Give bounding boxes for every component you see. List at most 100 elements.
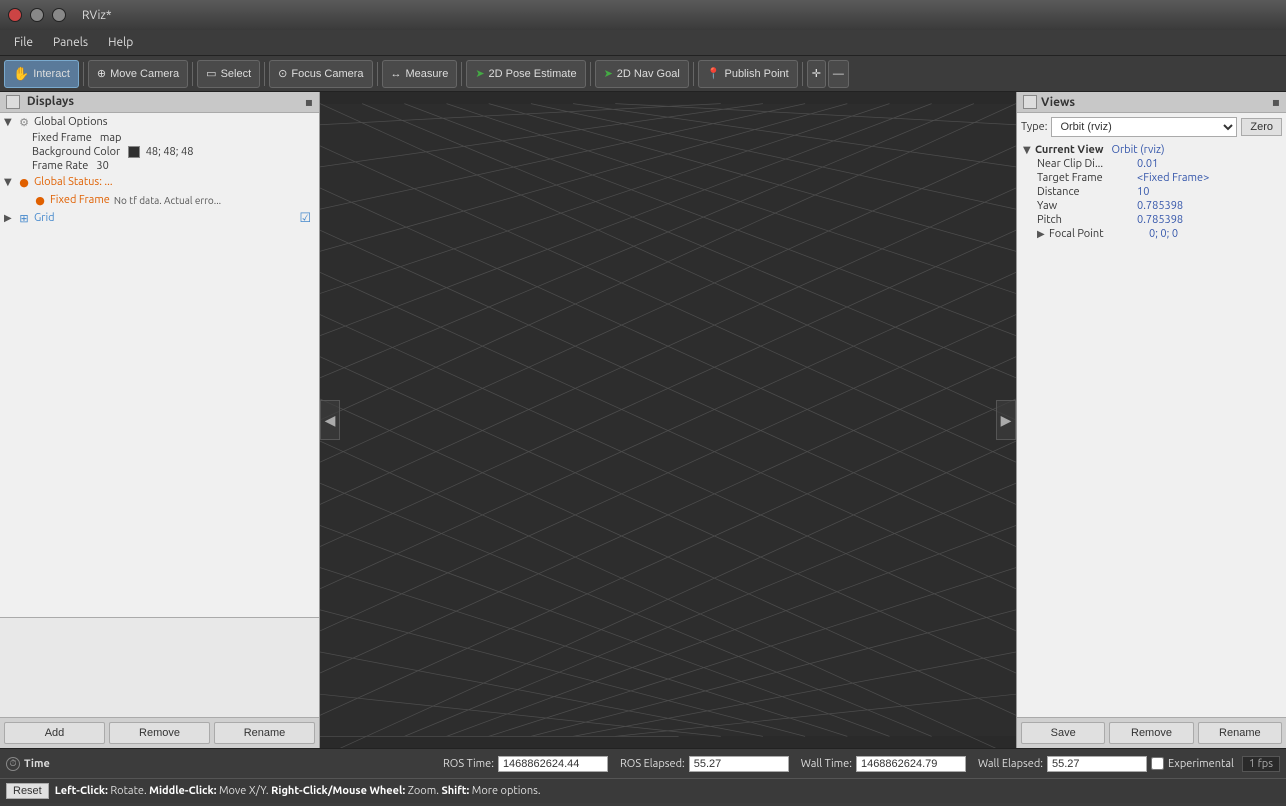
displays-icon [6, 95, 20, 109]
viewport-right-arrow[interactable]: ▶ [996, 400, 1016, 440]
target-frame-key: Target Frame [1037, 172, 1137, 184]
displays-collapse-button[interactable]: ▪ [305, 95, 313, 109]
global-options-expand[interactable]: ▼ [4, 116, 16, 128]
time-row: ⏱ Time ROS Time: ROS Elapsed: Wall Time:… [0, 749, 1286, 779]
ros-time-field[interactable] [498, 756, 608, 772]
grid-row[interactable]: ▶ ⊞ Grid ☑ [0, 209, 319, 227]
global-options-section: ▼ ⚙ Global Options Fixed Frame map Backg… [0, 113, 319, 173]
views-collapse-button[interactable]: ▪ [1272, 95, 1280, 109]
status-fixed-frame-label: Fixed Frame [50, 194, 110, 206]
focal-point-row[interactable]: ▶ Focal Point 0; 0; 0 [1021, 227, 1282, 241]
background-color-row[interactable]: Background Color 48; 48; 48 [0, 145, 319, 159]
menu-help[interactable]: Help [98, 34, 143, 51]
measure-button[interactable]: ↔ Measure [382, 60, 458, 88]
select-button[interactable]: ▭ Select [197, 60, 260, 88]
yaw-value: 0.785398 [1137, 200, 1183, 212]
views-save-button[interactable]: Save [1021, 722, 1105, 744]
viewport-left-arrow[interactable]: ◀ [320, 400, 340, 440]
statusbar: ⏱ Time ROS Time: ROS Elapsed: Wall Time:… [0, 748, 1286, 806]
views-type-row: Type: Orbit (rviz) Zero [1021, 117, 1282, 137]
views-rename-button[interactable]: Rename [1198, 722, 1282, 744]
displays-header: Displays ▪ [0, 92, 319, 113]
grid-expand[interactable]: ▶ [4, 212, 16, 224]
close-button[interactable] [8, 8, 22, 22]
left-bottom-area [0, 617, 319, 717]
pose-estimate-button[interactable]: ➤ 2D Pose Estimate [466, 60, 585, 88]
displays-buttons: Add Remove Rename [0, 717, 319, 748]
grid-checkbox[interactable]: ☑ [299, 211, 311, 226]
nav-goal-icon: ➤ [604, 67, 613, 80]
extra-tool-button2[interactable]: — [828, 60, 849, 88]
toolbar: ✋ Interact ⊕ Move Camera ▭ Select ⊙ Focu… [0, 56, 1286, 92]
wall-time-field[interactable] [856, 756, 966, 772]
views-header: Views ▪ [1017, 92, 1286, 113]
remove-display-button[interactable]: Remove [109, 722, 210, 744]
interact-button[interactable]: ✋ Interact [4, 60, 79, 88]
views-remove-button[interactable]: Remove [1109, 722, 1193, 744]
current-view-row[interactable]: ▼ Current View Orbit (rviz) [1021, 143, 1282, 157]
rename-display-button[interactable]: Rename [214, 722, 315, 744]
measure-label: Measure [406, 68, 449, 80]
separator-6 [590, 62, 591, 86]
grid-section: ▶ ⊞ Grid ☑ [0, 209, 319, 227]
time-label: Time [24, 758, 50, 770]
experimental-checkbox[interactable] [1151, 757, 1164, 770]
near-clip-row[interactable]: Near Clip Di... 0.01 [1021, 157, 1282, 171]
minimize-button[interactable] [30, 8, 44, 22]
measure-icon: ↔ [391, 68, 402, 80]
status-fixed-frame-icon: ● [32, 192, 48, 208]
fixed-frame-row[interactable]: Fixed Frame map [0, 131, 319, 145]
views-type-select[interactable]: Orbit (rviz) [1051, 117, 1237, 137]
global-options-row[interactable]: ▼ ⚙ Global Options [0, 113, 319, 131]
global-status-row[interactable]: ▼ ● Global Status: ... [0, 173, 319, 191]
views-zero-button[interactable]: Zero [1241, 118, 1282, 136]
global-options-icon: ⚙ [16, 114, 32, 130]
target-frame-row[interactable]: Target Frame <Fixed Frame> [1021, 171, 1282, 185]
near-clip-key: Near Clip Di... [1037, 158, 1137, 170]
publish-point-label: Publish Point [724, 68, 788, 80]
experimental-area: Experimental [1151, 757, 1234, 770]
frame-rate-value: 30 [96, 160, 108, 172]
views-type-label: Type: [1021, 121, 1047, 133]
viewport[interactable]: ◀ ▶ [320, 92, 1016, 748]
distance-row[interactable]: Distance 10 [1021, 185, 1282, 199]
global-status-section: ▼ ● Global Status: ... ● Fixed Frame No … [0, 173, 319, 209]
current-view-label: Current View [1035, 144, 1103, 156]
fixed-frame-value: map [100, 132, 122, 144]
pose-label: 2D Pose Estimate [489, 68, 577, 80]
wall-elapsed-field[interactable] [1047, 756, 1147, 772]
menu-file[interactable]: File [4, 34, 43, 51]
focal-point-expand[interactable]: ▶ [1037, 228, 1049, 240]
fixed-frame-label: Fixed Frame [32, 132, 92, 144]
yaw-row[interactable]: Yaw 0.785398 [1021, 199, 1282, 213]
distance-key: Distance [1037, 186, 1137, 198]
move-camera-button[interactable]: ⊕ Move Camera [88, 60, 188, 88]
extra-tool-button[interactable]: ✛ [807, 60, 826, 88]
ros-elapsed-field[interactable] [689, 756, 789, 772]
global-status-expand[interactable]: ▼ [4, 176, 16, 188]
focus-camera-button[interactable]: ⊙ Focus Camera [269, 60, 372, 88]
current-view-expand[interactable]: ▼ [1023, 144, 1035, 156]
status-fixed-frame-row[interactable]: ● Fixed Frame No tf data. Actual erro... [0, 191, 319, 209]
maximize-button[interactable] [52, 8, 66, 22]
global-status-label: Global Status: ... [34, 176, 113, 188]
nav-goal-button[interactable]: ➤ 2D Nav Goal [595, 60, 689, 88]
reset-button[interactable]: Reset [6, 783, 49, 799]
window-title: RViz* [82, 9, 112, 22]
yaw-key: Yaw [1037, 200, 1137, 212]
pitch-row[interactable]: Pitch 0.785398 [1021, 213, 1282, 227]
global-options-label: Global Options [34, 116, 108, 128]
minus-icon: — [833, 68, 844, 80]
views-content: Type: Orbit (rviz) Zero ▼ Current View O… [1017, 113, 1286, 717]
titlebar: RViz* [0, 0, 1286, 30]
focal-point-value: 0; 0; 0 [1149, 228, 1178, 240]
views-header-icon [1023, 95, 1037, 109]
pitch-value: 0.785398 [1137, 214, 1183, 226]
frame-rate-label: Frame Rate [32, 160, 88, 172]
menu-panels[interactable]: Panels [43, 34, 98, 51]
publish-point-button[interactable]: 📍 Publish Point [698, 60, 798, 88]
add-display-button[interactable]: Add [4, 722, 105, 744]
frame-rate-row[interactable]: Frame Rate 30 [0, 159, 319, 173]
fps-badge: 1 fps [1242, 756, 1280, 772]
main-area: Displays ▪ ▼ ⚙ Global Options Fixed Fram… [0, 92, 1286, 748]
